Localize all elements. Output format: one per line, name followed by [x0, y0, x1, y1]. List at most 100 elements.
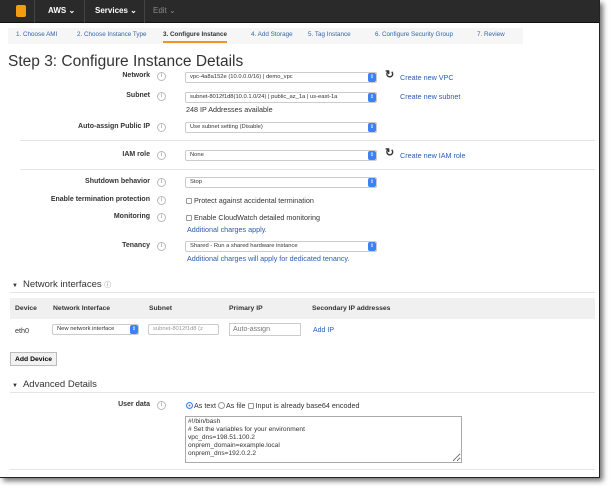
aws-logo-icon[interactable] — [16, 5, 26, 17]
select-arrow-icon: ⇕ — [368, 73, 376, 82]
info-icon[interactable]: i — [157, 196, 166, 205]
divider — [10, 469, 595, 470]
primary-ip-input[interactable] — [229, 323, 301, 336]
info-icon[interactable]: i — [157, 178, 166, 187]
add-ip-link[interactable]: Add IP — [313, 327, 334, 334]
subnet-value: subnet-8012f1d8(10.0.1.0/24) | public_az… — [190, 94, 338, 100]
advanced-details-header[interactable]: ▼ Advanced Details — [12, 379, 97, 390]
monitoring-checkbox[interactable]: Enable CloudWatch detailed monitoring — [186, 213, 320, 222]
divider — [10, 292, 595, 293]
page-title: Step 3: Configure Instance Details — [8, 53, 244, 70]
network-select[interactable]: vpc-4a8a152e (10.0.0.0/16) | demo_vpc ⇕ — [185, 72, 377, 83]
tab-configure-security-group[interactable]: 6. Configure Security Group — [375, 31, 453, 38]
network-interface-select[interactable]: New network interface ⇕ — [52, 324, 139, 335]
divider — [34, 0, 35, 23]
checkbox-icon[interactable] — [186, 215, 192, 221]
edit-menu[interactable]: Edit ⌄ — [153, 6, 176, 15]
interface-subnet-value: subnet-8012f1d8 (z — [153, 326, 203, 332]
column-header: Device — [15, 305, 37, 312]
aws-menu[interactable]: AWS ⌄ — [48, 6, 75, 15]
select-arrow-icon: ⇕ — [368, 151, 376, 160]
ip-available-note: 248 IP Addresses available — [186, 105, 273, 114]
select-arrow-icon: ⇕ — [368, 123, 376, 132]
termination-label: Enable termination protection — [50, 196, 150, 203]
create-subnet-link[interactable]: Create new subnet — [400, 92, 460, 101]
wizard-steps: 1. Choose AMI 2. Choose Instance Type 3.… — [8, 28, 523, 44]
section-title: Advanced Details — [22, 379, 97, 390]
shutdown-label: Shutdown behavior — [85, 178, 150, 185]
info-icon[interactable]: i — [157, 92, 166, 101]
info-icon[interactable]: i — [157, 242, 166, 251]
info-icon[interactable]: i — [157, 72, 166, 81]
select-arrow-icon: ⇕ — [368, 178, 376, 187]
iam-role-label: IAM role — [122, 151, 150, 158]
section-title: Network interfaces — [22, 279, 102, 290]
iam-role-value: None — [190, 152, 204, 158]
select-arrow-icon: ⇕ — [368, 242, 376, 251]
tenancy-value: Shared - Run a shared hardware instance — [190, 243, 298, 249]
create-iam-role-link[interactable]: Create new IAM role — [400, 151, 466, 160]
tenancy-select[interactable]: Shared - Run a shared hardware instance ⇕ — [185, 241, 377, 252]
tenancy-label: Tenancy — [122, 242, 150, 249]
divider — [20, 169, 595, 170]
refresh-icon[interactable]: ↻ — [385, 146, 394, 159]
tab-add-storage[interactable]: 4. Add Storage — [251, 31, 293, 38]
info-icon[interactable]: i — [157, 151, 166, 160]
shutdown-select[interactable]: Stop ⇕ — [185, 177, 377, 188]
tab-configure-instance[interactable]: 3. Configure Instance — [163, 31, 228, 43]
info-icon[interactable]: ⓘ — [104, 282, 111, 289]
shutdown-value: Stop — [190, 179, 202, 185]
network-interfaces-header[interactable]: ▼ Network interfaces ⓘ — [12, 279, 111, 290]
divider — [20, 140, 595, 141]
public-ip-select[interactable]: Use subnet setting (Disable) ⇕ — [185, 122, 377, 133]
as-file-label[interactable]: As file — [226, 401, 246, 410]
top-nav-bar: AWS ⌄ Services ⌄ Edit ⌄ — [0, 0, 599, 23]
column-header: Network Interface — [53, 305, 111, 312]
device-name: eth0 — [15, 326, 29, 335]
public-ip-label: Auto-assign Public IP — [78, 123, 150, 130]
tab-choose-instance-type[interactable]: 2. Choose Instance Type — [77, 31, 147, 38]
refresh-icon[interactable]: ↻ — [385, 68, 394, 81]
tab-tag-instance[interactable]: 5. Tag Instance — [308, 31, 351, 38]
create-vpc-link[interactable]: Create new VPC — [400, 73, 454, 82]
select-arrow-icon: ⇕ — [130, 325, 138, 334]
monitoring-charges-link[interactable]: Additional charges apply. — [187, 225, 267, 234]
column-header: Subnet — [149, 305, 173, 312]
as-text-label[interactable]: As text — [194, 401, 216, 410]
base64-checkbox[interactable] — [247, 403, 254, 409]
add-device-button[interactable]: Add Device — [10, 352, 58, 366]
select-arrow-icon: ⇕ — [368, 93, 376, 102]
column-header: Secondary IP addresses — [312, 305, 391, 312]
ec2-launch-wizard: AWS ⌄ Services ⌄ Edit ⌄ 1. Choose AMI 2.… — [0, 0, 600, 478]
public-ip-value: Use subnet setting (Disable) — [190, 124, 263, 130]
tab-choose-ami[interactable]: 1. Choose AMI — [16, 31, 57, 38]
divider — [10, 392, 595, 393]
info-icon[interactable]: i — [157, 401, 166, 410]
column-header: Primary IP — [229, 305, 263, 312]
tab-review[interactable]: 7. Review — [477, 31, 505, 38]
termination-checkbox-label: Protect against accidental termination — [194, 196, 314, 205]
network-label: Network — [122, 72, 150, 79]
info-icon[interactable]: i — [157, 123, 166, 132]
tenancy-charges-link[interactable]: Additional charges will apply for dedica… — [187, 254, 349, 263]
subnet-label: Subnet — [126, 92, 150, 99]
iam-role-select[interactable]: None ⇕ — [185, 150, 377, 161]
collapse-triangle-icon[interactable]: ▼ — [12, 283, 18, 289]
termination-checkbox[interactable]: Protect against accidental termination — [186, 196, 314, 205]
user-data-textarea[interactable]: #!/bin/bash # Set the variables for your… — [185, 416, 462, 463]
interface-value: New network interface — [57, 326, 115, 332]
network-value: vpc-4a8a152e (10.0.0.0/16) | demo_vpc — [190, 74, 293, 80]
subnet-select[interactable]: subnet-8012f1d8(10.0.1.0/24) | public_az… — [185, 92, 377, 103]
services-menu[interactable]: Services ⌄ — [95, 6, 137, 15]
info-icon[interactable]: i — [157, 213, 166, 222]
monitoring-label: Monitoring — [113, 213, 150, 220]
collapse-triangle-icon[interactable]: ▼ — [12, 383, 18, 389]
as-file-radio[interactable] — [217, 402, 225, 409]
base64-label[interactable]: Input is already base64 encoded — [256, 401, 360, 410]
divider — [84, 0, 85, 23]
subnet-readonly-select: subnet-8012f1d8 (z — [148, 324, 219, 335]
as-text-radio[interactable] — [186, 402, 193, 409]
user-data-label: User data — [118, 401, 150, 408]
checkbox-icon[interactable] — [186, 198, 192, 204]
user-data-options: As text As file Input is already base64 … — [186, 401, 359, 410]
